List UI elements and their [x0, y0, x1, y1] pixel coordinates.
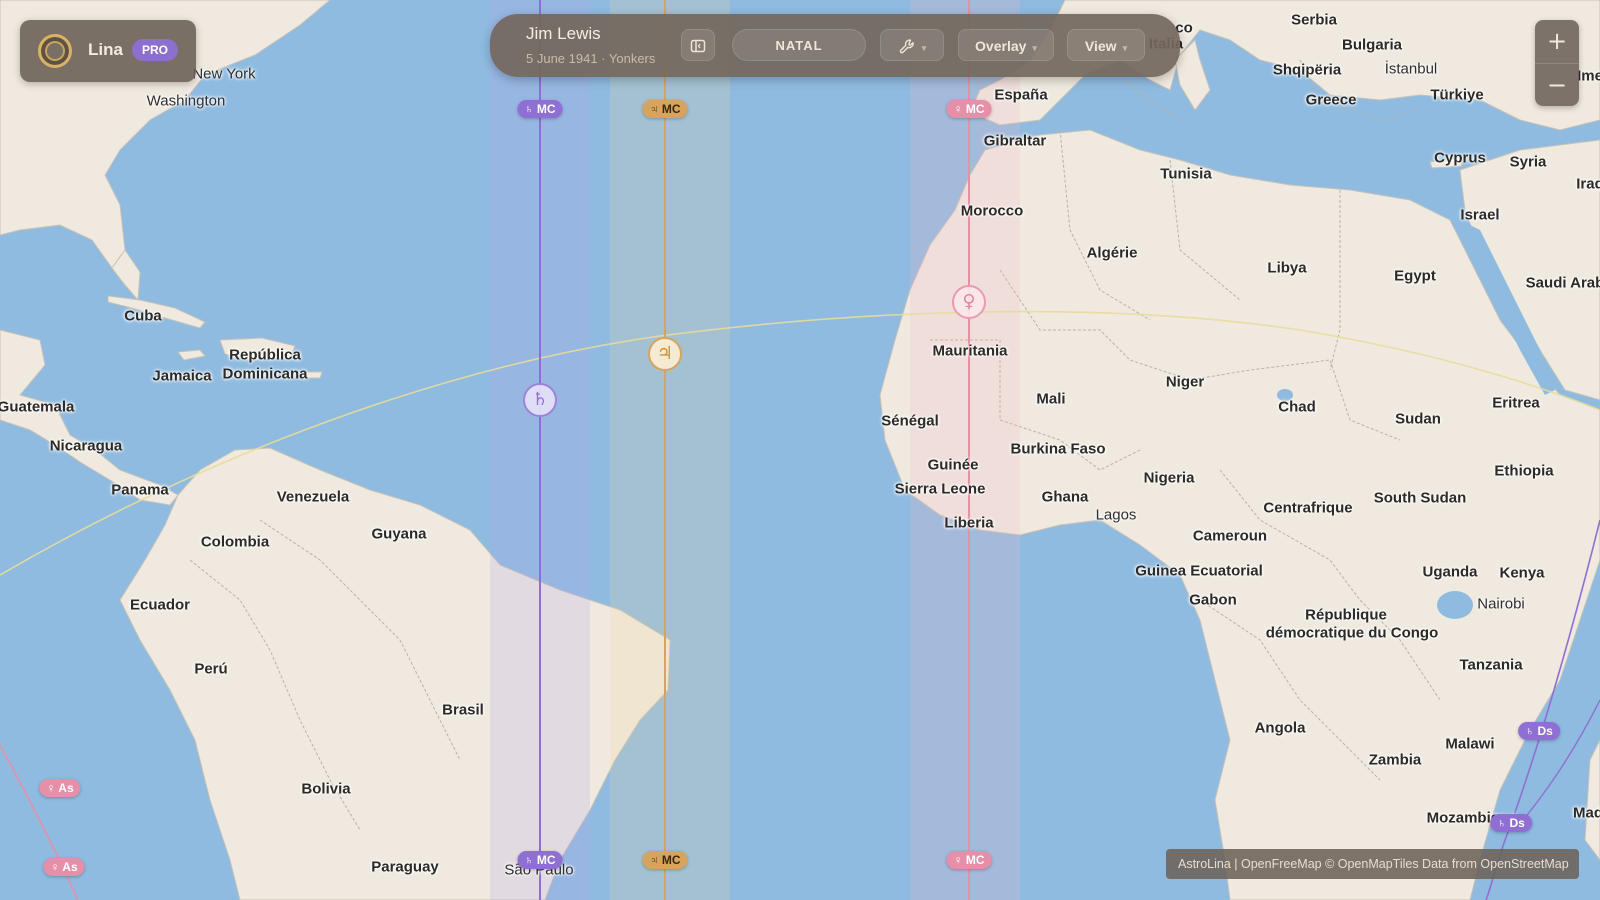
zoom-controls: + − — [1535, 20, 1579, 106]
sidebar-toggle-button[interactable] — [681, 29, 715, 61]
person-name[interactable]: Jim Lewis — [526, 24, 601, 44]
pro-badge: PRO — [132, 39, 179, 61]
zoom-in-button[interactable]: + — [1535, 20, 1579, 63]
sidebar-toggle-icon — [690, 39, 706, 53]
logo-icon — [38, 34, 72, 68]
tools-dropdown-button[interactable]: ▾ — [880, 29, 944, 61]
person-birth-details: 5 June 1941 · Yonkers — [526, 51, 656, 66]
jupiter-planet-icon[interactable]: ♃ — [648, 337, 682, 371]
brand-panel[interactable]: Lina PRO — [20, 20, 196, 82]
saturn-mc-tag-bottom[interactable]: ♄ MC — [517, 851, 563, 869]
zoom-out-button[interactable]: − — [1535, 63, 1579, 107]
chevron-down-icon: ▾ — [921, 43, 927, 53]
venus-as-tag-upper[interactable]: ♀ As — [39, 779, 81, 797]
saturn-planet-icon[interactable]: ♄ — [523, 383, 557, 417]
map-attribution[interactable]: AstroLina | OpenFreeMap © OpenMapTiles D… — [1166, 849, 1579, 879]
view-label: View — [1084, 38, 1117, 54]
venus-as-tag-lower[interactable]: ♀ As — [43, 858, 85, 876]
chevron-down-icon: ▾ — [1032, 43, 1037, 53]
overlay-label: Overlay — [975, 38, 1027, 54]
world-map[interactable] — [0, 0, 1600, 900]
overlay-dropdown-button[interactable]: Overlay ▾ — [958, 29, 1054, 61]
saturn-ds-tag-lower[interactable]: ♄ Ds — [1490, 814, 1532, 832]
puerto-rico — [303, 371, 323, 379]
brand-name: Lina — [88, 40, 123, 59]
venus-mc-band — [910, 0, 1020, 900]
lake-victoria — [1437, 591, 1473, 619]
venus-planet-icon[interactable]: ♀ — [952, 285, 986, 319]
chevron-down-icon: ▾ — [1122, 43, 1128, 53]
venus-mc-tag-top[interactable]: ♀ MC — [946, 100, 992, 118]
lake-chad — [1277, 389, 1293, 401]
view-dropdown-button[interactable]: View ▾ — [1067, 29, 1145, 61]
jupiter-mc-tag-bottom[interactable]: ♃ MC — [642, 851, 688, 869]
jupiter-mc-tag-top[interactable]: ♃ MC — [642, 100, 688, 118]
chart-toolbar: Jim Lewis 5 June 1941 · Yonkers NATAL ▾ … — [490, 14, 1180, 77]
jupiter-mc-band — [610, 0, 730, 900]
saturn-mc-tag-top[interactable]: ♄ MC — [517, 100, 563, 118]
venus-mc-tag-bottom[interactable]: ♀ MC — [946, 851, 992, 869]
saturn-ds-tag-upper[interactable]: ♄ Ds — [1518, 722, 1560, 740]
chart-mode-button[interactable]: NATAL — [732, 29, 866, 61]
wrench-icon — [899, 39, 914, 54]
